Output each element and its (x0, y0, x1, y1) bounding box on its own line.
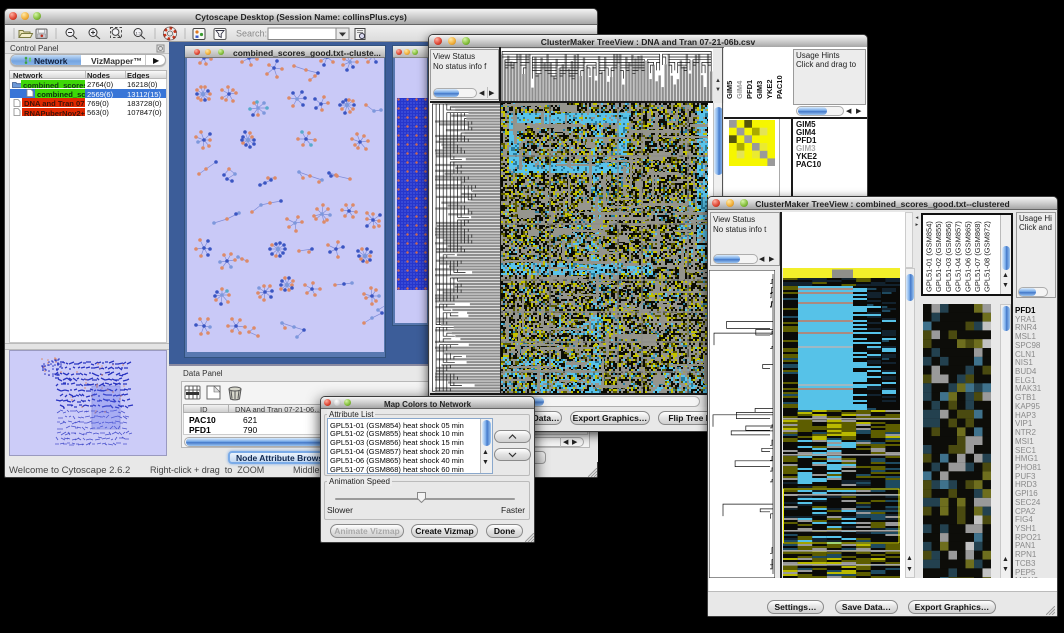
svg-text:GPL51-02 (GSM855): GPL51-02 (GSM855) (934, 221, 943, 292)
svg-text:GPL51-06 (GSM865): GPL51-06 (GSM865) (963, 221, 972, 292)
svg-text:GIM5: GIM5 (725, 81, 734, 99)
svg-text:GPL51-08 (GSM872): GPL51-08 (GSM872) (983, 221, 992, 292)
svg-text:YKE2: YKE2 (765, 79, 774, 99)
svg-text:Search:: Search: (236, 29, 267, 39)
svg-text:GIM3: GIM3 (755, 81, 764, 99)
svg-text:GIM4: GIM4 (735, 80, 744, 99)
svg-text:PAC10: PAC10 (775, 75, 784, 99)
svg-text:GPL51-01 (GSM854): GPL51-01 (GSM854) (925, 221, 934, 292)
svg-text:GPL51-03 (GSM856): GPL51-03 (GSM856) (944, 221, 953, 292)
svg-text:GPL51-07 (GSM868): GPL51-07 (GSM868) (973, 221, 982, 292)
svg-text:GPL51-04 (GSM857): GPL51-04 (GSM857) (954, 221, 963, 292)
svg-text:PFD1: PFD1 (745, 80, 754, 99)
svg-text:1:1: 1:1 (136, 31, 142, 36)
